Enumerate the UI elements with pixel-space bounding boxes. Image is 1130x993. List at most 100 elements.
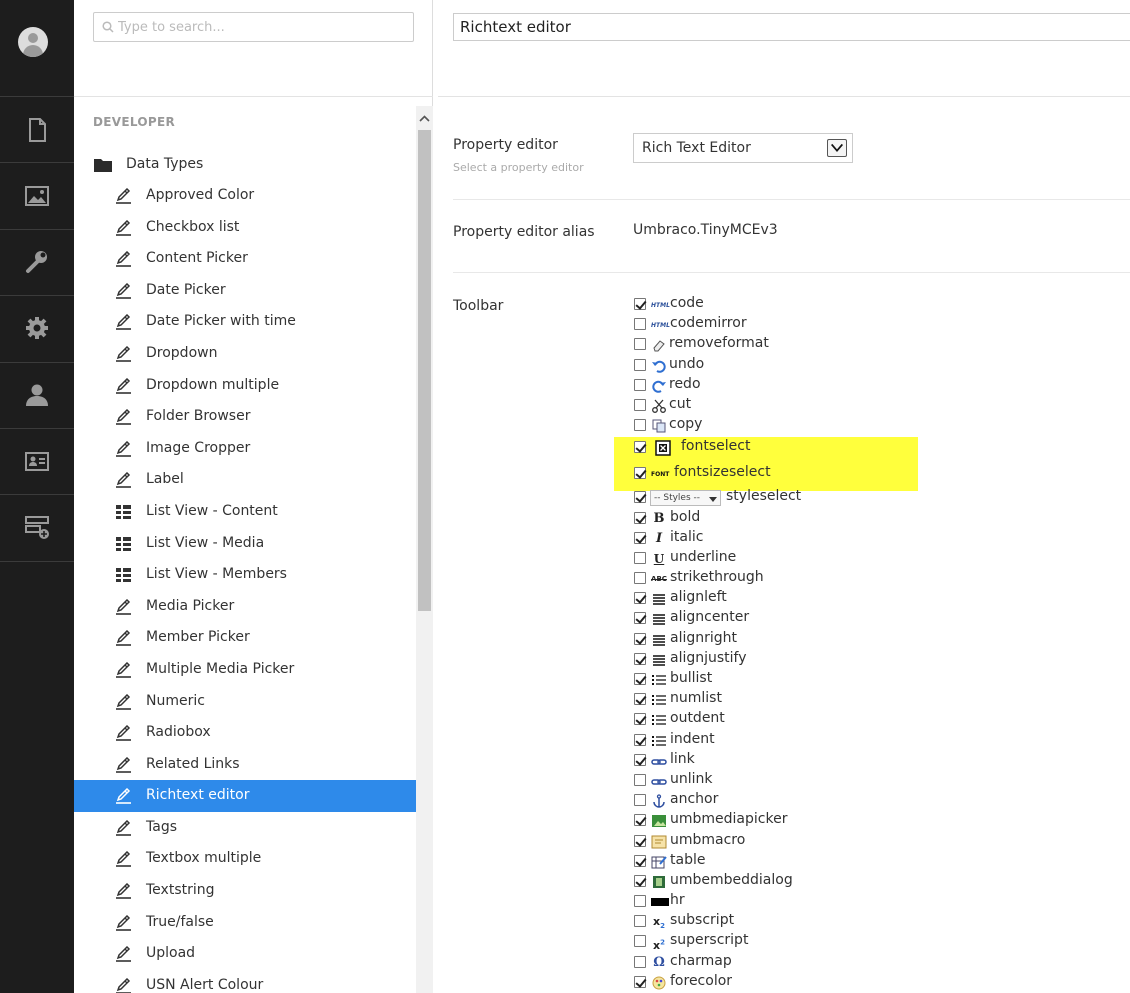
tree-item-label: Upload xyxy=(146,945,196,962)
toolbar-checkbox[interactable] xyxy=(634,318,646,331)
toolbar-checkbox[interactable] xyxy=(634,773,646,786)
tree-item[interactable]: Related Links xyxy=(74,749,416,781)
toolbar-option-label: strikethrough xyxy=(670,569,764,586)
toolbar-option-label: subscript xyxy=(670,912,735,929)
tree-item[interactable]: Richtext editor xyxy=(74,780,416,812)
toolbar-checkbox[interactable] xyxy=(634,612,646,625)
tree-item[interactable]: USN Alert Colour xyxy=(74,970,416,993)
search-input[interactable] xyxy=(118,17,408,37)
tree-item[interactable]: Content Picker xyxy=(74,243,416,275)
toolbar-option-label: alignjustify xyxy=(670,649,747,666)
toolbar-checkbox[interactable] xyxy=(634,378,646,391)
media-section-icon[interactable] xyxy=(0,163,74,229)
toolbar-checkbox[interactable] xyxy=(634,572,646,585)
tree-item-label: Radiobox xyxy=(146,724,211,741)
tree-item[interactable]: Folder Browser xyxy=(74,401,416,433)
users-icon[interactable] xyxy=(0,362,74,428)
tree-item[interactable]: Radiobox xyxy=(74,717,416,749)
toolbar-checkbox[interactable] xyxy=(634,467,646,480)
toolbar-checkbox[interactable] xyxy=(634,592,646,605)
toolbar-option-charmap: Ωcharmap xyxy=(633,952,1083,972)
pencil-icon xyxy=(115,187,132,204)
tree-scrollbar[interactable] xyxy=(416,106,433,993)
toolbar-option-table: table xyxy=(633,851,1083,871)
tree-item[interactable]: Member Picker xyxy=(74,622,416,654)
tree-item[interactable]: Date Picker xyxy=(74,275,416,307)
tree-item[interactable]: Upload xyxy=(74,938,416,970)
toolbar-checkbox[interactable] xyxy=(634,338,646,351)
tree-item[interactable]: Date Picker with time xyxy=(74,306,416,338)
tree-item[interactable]: Multiple Media Picker xyxy=(74,654,416,686)
toolbar-checkbox[interactable] xyxy=(634,511,646,524)
toolbar-option-label: cut xyxy=(669,395,692,412)
toolbar-option-label: charmap xyxy=(670,952,732,969)
tree-item[interactable]: Numeric xyxy=(74,686,416,718)
toolbar-checkbox[interactable] xyxy=(634,298,646,310)
tree-item-label: Image Cropper xyxy=(146,439,251,456)
i-icon: I xyxy=(655,530,663,546)
tree-item[interactable]: Label xyxy=(74,464,416,496)
toolbar-checkbox[interactable] xyxy=(634,551,646,564)
pencil-icon xyxy=(115,345,132,362)
toolbar-checkbox[interactable] xyxy=(634,632,646,645)
scroll-up-icon[interactable] xyxy=(419,114,430,124)
settings-gear-icon[interactable] xyxy=(0,295,74,361)
toolbar-checkbox[interactable] xyxy=(634,358,646,371)
toolbar-checkbox[interactable] xyxy=(634,733,646,746)
toolbar-checkbox[interactable] xyxy=(634,814,646,827)
toolbar-option-redo: redo xyxy=(633,375,1083,395)
tree-folder-data-types[interactable]: Data Types xyxy=(74,150,416,180)
tree-item[interactable]: Dropdown xyxy=(74,338,416,370)
toolbar-checkbox[interactable] xyxy=(634,419,646,432)
tree-item[interactable]: Textbox multiple xyxy=(74,843,416,875)
tree-item[interactable]: Textstring xyxy=(74,875,416,907)
tree-item[interactable]: Checkbox list xyxy=(74,212,416,244)
toolbar-checkbox[interactable] xyxy=(634,854,646,867)
toolbar-checkbox[interactable] xyxy=(634,441,646,454)
members-card-icon[interactable] xyxy=(0,428,74,494)
eraser-icon xyxy=(651,338,667,352)
toolbar-checkbox[interactable] xyxy=(634,975,646,988)
tree-item[interactable]: List View - Members xyxy=(74,559,416,591)
forms-add-icon[interactable] xyxy=(0,494,74,560)
toolbar-checkbox[interactable] xyxy=(634,491,646,504)
tree-item[interactable]: Image Cropper xyxy=(74,433,416,465)
datatype-name-input[interactable] xyxy=(453,13,1130,41)
toolbar-option-link: link xyxy=(633,750,1083,770)
tree-item[interactable]: List View - Content xyxy=(74,496,416,528)
tree-item[interactable]: List View - Media xyxy=(74,528,416,560)
tree-item[interactable]: Tags xyxy=(74,812,416,844)
tree-item[interactable]: Media Picker xyxy=(74,591,416,623)
toolbar-option-label: fontselect xyxy=(681,438,751,455)
toolbar-checkbox[interactable] xyxy=(634,693,646,706)
tree-item[interactable]: Dropdown multiple xyxy=(74,370,416,402)
sub-icon: x2 xyxy=(653,915,665,931)
scrollbar-thumb[interactable] xyxy=(418,130,431,611)
toolbar-checkbox[interactable] xyxy=(634,834,646,847)
toolbar-option-fontselect: fontselect xyxy=(633,435,1083,461)
toolbar-checkbox[interactable] xyxy=(634,935,646,948)
toolbar-checkbox[interactable] xyxy=(634,673,646,685)
developer-wrench-icon[interactable] xyxy=(0,229,74,295)
toolbar-option-alignleft: alignleft xyxy=(633,588,1083,608)
toolbar-checkbox[interactable] xyxy=(634,713,646,726)
content-section-icon[interactable] xyxy=(0,97,74,163)
toolbar-checkbox[interactable] xyxy=(634,895,646,908)
toolbar-checkbox[interactable] xyxy=(634,398,646,411)
toolbar-option-label: aligncenter xyxy=(670,609,750,626)
toolbar-checkbox[interactable] xyxy=(634,874,646,887)
toolbar-checkbox[interactable] xyxy=(634,652,646,665)
toolbar-checkbox[interactable] xyxy=(634,531,646,544)
pencil-icon xyxy=(115,851,132,868)
property-editor-select[interactable]: Rich Text Editor xyxy=(633,133,853,163)
toolbar-option-label: bold xyxy=(670,508,701,525)
toolbar-checkbox[interactable] xyxy=(634,753,646,766)
toolbar-checkbox[interactable] xyxy=(634,955,646,968)
toolbar-checkbox[interactable] xyxy=(634,794,646,807)
chevron-down-icon[interactable] xyxy=(827,139,847,157)
tree-item[interactable]: True/false xyxy=(74,907,416,939)
tree-search-box[interactable] xyxy=(93,12,414,42)
user-avatar-icon[interactable] xyxy=(18,27,48,57)
toolbar-checkbox[interactable] xyxy=(634,915,646,928)
tree-item[interactable]: Approved Color xyxy=(74,180,416,212)
